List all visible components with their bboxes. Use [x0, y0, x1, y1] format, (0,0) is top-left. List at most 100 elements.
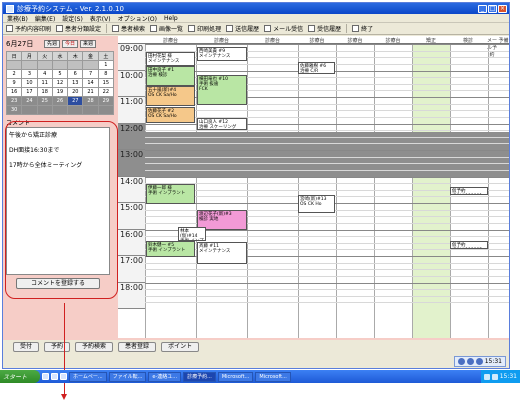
- calendar-day[interactable]: [21, 60, 38, 70]
- print-reservations-button[interactable]: 予約内容印刷: [6, 24, 51, 33]
- calendar-day[interactable]: 6: [67, 69, 84, 79]
- calendar-day[interactable]: 15: [97, 78, 115, 88]
- calendar-day[interactable]: 25: [36, 96, 53, 106]
- patient-search-button[interactable]: 患者検索: [112, 24, 145, 33]
- calendar-day[interactable]: 13: [67, 78, 84, 88]
- maximize-button[interactable]: □: [488, 4, 497, 13]
- taskbar-item[interactable]: Microsoft...: [255, 371, 291, 382]
- taskbar-item[interactable]: ファイル転...: [108, 371, 147, 382]
- schedule-column[interactable]: [247, 44, 298, 338]
- calendar-day[interactable]: 17: [21, 87, 38, 97]
- quicklaunch-media-icon[interactable]: [60, 373, 67, 380]
- appointment-block[interactable]: 西崎美貴 #9 メインテナンス: [197, 47, 247, 61]
- calendar-day[interactable]: 4: [36, 69, 53, 79]
- appointment-block[interactable]: 横田竜也 #10 手術 抜歯 FCK: [197, 75, 247, 105]
- calendar-day[interactable]: 22: [97, 87, 115, 97]
- schedule-body[interactable]: 09:00 10:00 11:00 12:00 13:00 14:00 15:00 16:00…: [118, 44, 509, 338]
- menu-options[interactable]: オプション(O): [118, 14, 157, 23]
- taskbar-item[interactable]: ホームペー...: [69, 371, 107, 382]
- image-list-button[interactable]: 画像一覧: [150, 24, 183, 33]
- calendar-day[interactable]: 7: [82, 69, 99, 79]
- appointment-block[interactable]: 田村花梨 様メインテナンス: [146, 52, 195, 66]
- reservation-search-button[interactable]: 予約検索: [75, 342, 114, 352]
- schedule-column[interactable]: [374, 44, 412, 338]
- menu-help[interactable]: Help: [164, 15, 178, 22]
- menu-business[interactable]: 業務(B): [7, 14, 28, 23]
- print-process-button[interactable]: 印刷処理: [188, 24, 221, 33]
- prev-week-button[interactable]: 先週: [44, 40, 61, 48]
- reception-button[interactable]: 受付: [13, 342, 40, 352]
- patient-class-button[interactable]: 患者分類設定: [56, 24, 101, 33]
- menu-view[interactable]: 表示(V): [90, 14, 111, 23]
- calendar-day[interactable]: 14: [82, 78, 99, 88]
- taskbar-item[interactable]: 診療予約...: [183, 371, 216, 382]
- calendar-day[interactable]: 20: [67, 87, 84, 97]
- calendar-day[interactable]: 27: [67, 96, 84, 106]
- menu-edit[interactable]: 編集(E): [35, 14, 55, 23]
- calendar-day[interactable]: [36, 105, 53, 115]
- next-week-button[interactable]: 来週: [80, 40, 97, 48]
- calendar-day[interactable]: 23: [5, 96, 23, 106]
- calendar-day[interactable]: 24: [21, 96, 38, 106]
- schedule-column[interactable]: [412, 44, 450, 338]
- calendar-day[interactable]: [67, 60, 84, 70]
- calendar-day[interactable]: [97, 105, 115, 115]
- calendar-day[interactable]: 30: [5, 105, 23, 115]
- calendar-day[interactable]: 1: [97, 60, 115, 70]
- schedule-column[interactable]: [488, 44, 509, 338]
- calendar-day[interactable]: 8: [97, 69, 115, 79]
- calendar-day[interactable]: 16: [5, 87, 23, 97]
- calendar-day[interactable]: [67, 105, 84, 115]
- appointment-block[interactable]: 田中良子 #1 治療 検診: [146, 66, 195, 86]
- calendar-day[interactable]: 9: [5, 78, 23, 88]
- calendar-day[interactable]: 11: [36, 78, 53, 88]
- language-bar[interactable]: 15:31: [453, 356, 506, 367]
- calendar-day[interactable]: [51, 105, 69, 115]
- points-button[interactable]: ポイント: [161, 342, 200, 352]
- quicklaunch-ie-icon[interactable]: [42, 373, 49, 380]
- quicklaunch-desktop-icon[interactable]: [51, 373, 58, 380]
- calendar-day[interactable]: 12: [51, 78, 69, 88]
- patient-register-button[interactable]: 患者登録: [118, 342, 157, 352]
- calendar-day[interactable]: [5, 60, 23, 70]
- appointment-block[interactable]: 斉藤 #11 メインテナンス: [197, 242, 247, 264]
- calendar-day[interactable]: [36, 60, 53, 70]
- exit-button[interactable]: 終了: [352, 24, 373, 33]
- calendar-day[interactable]: 18: [36, 87, 53, 97]
- appointment-block[interactable]: 佐藤雅樹 #6 治療 C/R: [298, 62, 335, 74]
- calendar-day[interactable]: [21, 105, 38, 115]
- schedule-column[interactable]: [336, 44, 374, 338]
- menu-settings[interactable]: 設定(S): [62, 14, 83, 23]
- start-button[interactable]: スタート: [0, 370, 40, 383]
- appointment-block[interactable]: 宮崎(新)#13 OS CK Ho: [298, 195, 335, 213]
- calendar-day[interactable]: [82, 60, 99, 70]
- appointment-block[interactable]: 五十嵐(新)#4 OS CK Sa/Ho: [146, 86, 195, 106]
- calendar-day[interactable]: 26: [51, 96, 69, 106]
- appointment-block[interactable]: 山口良人 #12 治療 スケーリング: [197, 118, 247, 130]
- taskbar-item[interactable]: e-連絡ユ...: [148, 371, 182, 382]
- calendar-day[interactable]: [82, 105, 99, 115]
- tray-icon[interactable]: [483, 373, 490, 380]
- calendar-day[interactable]: 21: [82, 87, 99, 97]
- calendar-day[interactable]: 2: [5, 69, 23, 79]
- appointment-block[interactable]: 伊藤一郎 様手術 インプラント: [146, 184, 195, 204]
- calendar-day[interactable]: [51, 60, 69, 70]
- schedule-column[interactable]: [298, 44, 336, 338]
- appointment-block[interactable]: 仮予約(20)#000001: [450, 187, 488, 195]
- calendar-day[interactable]: 28: [82, 96, 99, 106]
- appointment-block[interactable]: 仮予約(20)#000002: [450, 241, 488, 249]
- close-button[interactable]: ×: [498, 4, 507, 13]
- send-history-button[interactable]: 送信履歴: [226, 24, 259, 33]
- reservation-button[interactable]: 予約: [44, 342, 71, 352]
- appointment-block[interactable]: 佐藤花子 #2 OS CK Sa/Ho: [146, 107, 195, 123]
- calendar-day[interactable]: 19: [51, 87, 69, 97]
- receive-history-button[interactable]: 受信履歴: [308, 24, 341, 33]
- calendar-day[interactable]: 29: [97, 96, 115, 106]
- calendar-day[interactable]: 3: [21, 69, 38, 79]
- mail-receive-button[interactable]: メール受信: [264, 24, 303, 33]
- calendar-day[interactable]: 10: [21, 78, 38, 88]
- calendar-day[interactable]: 5: [51, 69, 69, 79]
- today-button[interactable]: 今日: [62, 40, 79, 48]
- taskbar-item[interactable]: Microsoft...: [217, 371, 254, 382]
- appointment-block[interactable]: 林本(仮)#14手術 インプラント: [178, 227, 206, 241]
